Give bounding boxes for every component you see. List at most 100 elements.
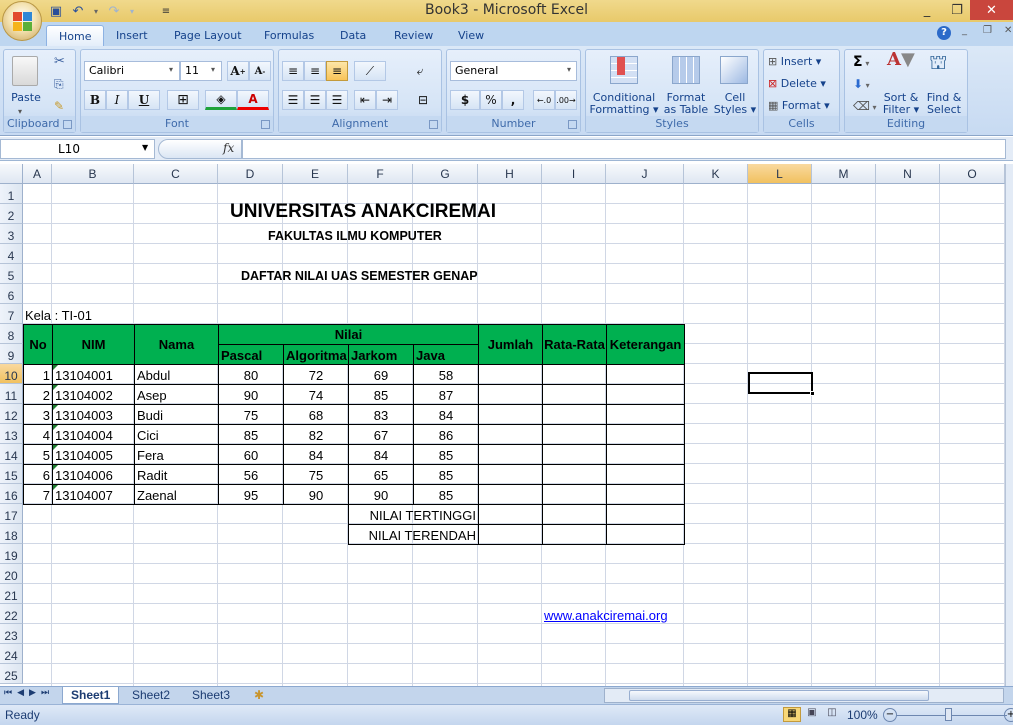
cell-rata-rata[interactable] [542,384,607,405]
merge-center-icon[interactable]: ⊟ [409,90,437,110]
cell-jumlah[interactable] [478,444,543,465]
tab-review[interactable]: Review [384,25,443,46]
align-center-icon[interactable]: ☰ [304,90,326,110]
clipboard-launcher-icon[interactable] [63,120,72,129]
help-icon[interactable]: ? [937,26,951,40]
cell-keterangan[interactable] [606,444,685,465]
cell-pascal[interactable]: 85 [218,424,284,445]
currency-button[interactable]: $ [450,90,480,110]
horizontal-scrollbar[interactable] [604,688,1004,703]
cell-jarkom[interactable]: 69 [348,364,414,385]
font-launcher-icon[interactable] [261,120,270,129]
header-algoritma[interactable]: Algoritma [283,344,349,365]
percent-button[interactable]: % [480,90,502,110]
cell-rata-rata[interactable] [542,424,607,445]
column-header-m[interactable]: M [812,164,876,184]
cell-jarkom[interactable]: 84 [348,444,414,465]
cell-jarkom[interactable]: 90 [348,484,414,505]
header-no[interactable]: No [23,324,53,365]
close-button[interactable]: ✕ [970,0,1013,20]
header-rata-rata[interactable]: Rata-Rata [542,324,607,365]
cell-no[interactable]: 6 [23,464,53,485]
cell-algoritma[interactable]: 75 [283,464,349,485]
name-box[interactable]: L10 [0,139,155,159]
cell-java[interactable]: 58 [413,364,479,385]
faculty-title[interactable]: FAKULTAS ILMU KOMPUTER [23,224,623,244]
page-layout-view-icon[interactable]: ▣ [803,707,821,722]
row-header-12[interactable]: 12 [0,404,23,424]
cell-nama[interactable]: Abdul [134,364,219,385]
row-header-6[interactable]: 6 [0,284,23,304]
website-link[interactable]: www.anakciremai.org [542,604,682,624]
fill-handle[interactable] [810,391,815,396]
nilai-tertinggi-label[interactable]: NILAI TERTINGGI [348,504,479,525]
vertical-scrollbar[interactable] [1005,164,1013,686]
formula-input[interactable] [242,139,1006,159]
column-header-l[interactable]: L [748,164,812,184]
grow-font-icon[interactable]: A + [227,61,249,81]
insert-function-icon[interactable]: fx [223,141,234,155]
report-subtitle[interactable]: DAFTAR NILAI UAS SEMESTER GENAP [23,264,623,284]
font-color-icon[interactable]: A [237,90,269,110]
zoom-out-icon[interactable]: − [883,708,897,722]
column-header-n[interactable]: N [876,164,940,184]
cell-max-jumlah[interactable] [478,504,543,525]
format-painter-icon[interactable]: ✎ [54,100,64,112]
autosum-icon[interactable]: Σ ▾ [853,55,869,70]
cell-nama[interactable]: Radit [134,464,219,485]
cell-jumlah[interactable] [478,424,543,445]
cell-nim[interactable]: 13104002 [52,384,135,405]
cell-rata-rata[interactable] [542,364,607,385]
cell-keterangan[interactable] [606,464,685,485]
alignment-launcher-icon[interactable] [429,120,438,129]
cell-min-jumlah[interactable] [478,524,543,545]
conditional-formatting-button[interactable]: Conditional Formatting ▾ [588,92,660,116]
cell-java[interactable]: 85 [413,484,479,505]
row-header-18[interactable]: 18 [0,524,23,544]
cell-max-rata[interactable] [542,504,607,525]
row-header-5[interactable]: 5 [0,264,23,284]
cell-nim[interactable]: 13104004 [52,424,135,445]
column-header-d[interactable]: D [218,164,283,184]
selected-cell[interactable] [748,372,813,394]
cell-no[interactable]: 7 [23,484,53,505]
cell-styles-button[interactable]: Cell Styles ▾ [712,92,758,116]
sort-filter-button[interactable]: Sort & Filter ▾ [881,92,921,116]
paste-icon[interactable] [12,56,38,86]
page-break-view-icon[interactable]: ◫ [823,707,841,722]
zoom-in-icon[interactable]: + [1004,708,1013,722]
column-header-o[interactable]: O [940,164,1005,184]
tab-page-layout[interactable]: Page Layout [164,25,252,46]
row-header-11[interactable]: 11 [0,384,23,404]
tab-insert[interactable]: Insert [106,25,158,46]
align-top-icon[interactable]: ≡ [282,61,304,81]
cell-java[interactable]: 86 [413,424,479,445]
cell-no[interactable]: 1 [23,364,53,385]
select-all-button[interactable] [0,164,23,184]
align-right-icon[interactable]: ☰ [326,90,348,110]
cell-nim[interactable]: 13104006 [52,464,135,485]
orientation-icon[interactable]: ⟋ [354,61,386,81]
tab-home[interactable]: Home [46,25,105,46]
tab-view[interactable]: View [448,25,494,46]
scrollbar-thumb[interactable] [629,690,929,701]
row-header-8[interactable]: 8 [0,324,23,344]
cell-keterangan[interactable] [606,384,685,405]
cell-keterangan[interactable] [606,424,685,445]
row-header-16[interactable]: 16 [0,484,23,504]
cell-nama[interactable]: Cici [134,424,219,445]
cell-jumlah[interactable] [478,484,543,505]
cell-max-keterangan[interactable] [606,504,685,525]
insert-cells-button[interactable]: ⊞ Insert ▾ [768,56,821,68]
paste-button[interactable]: Paste [10,92,42,104]
cell-nama[interactable]: Budi [134,404,219,425]
italic-button[interactable]: I [106,90,128,110]
cell-rata-rata[interactable] [542,484,607,505]
format-cells-button[interactable]: ▦ Format ▾ [768,100,830,112]
worksheet-grid[interactable]: ABCDEFGHIJKLMNO 1 2 3 4 5 6 7 8 9 10 11 12 13 14 15 16 1… [0,164,1005,686]
zoom-slider-thumb[interactable] [945,708,952,721]
row-header-21[interactable]: 21 [0,584,23,604]
cell-pascal[interactable]: 95 [218,484,284,505]
cell-nama[interactable]: Zaenal [134,484,219,505]
cell-nama[interactable]: Asep [134,384,219,405]
